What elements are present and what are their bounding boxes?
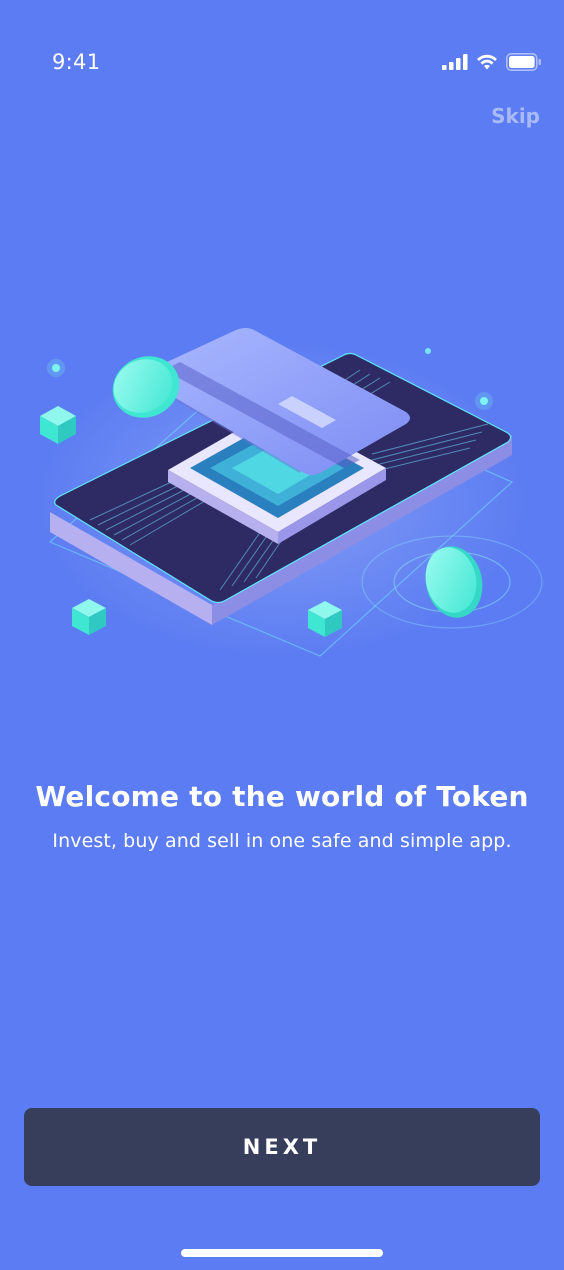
wifi-icon [477, 54, 497, 70]
phone-card-chip-illustration [32, 328, 543, 660]
next-button[interactable]: NEXT [24, 1108, 540, 1186]
battery-icon [506, 53, 541, 71]
signal-icon [442, 54, 468, 70]
status-time: 9:41 [52, 50, 101, 74]
onboarding-screen: 9:41 Skip Welcome to the world of Token … [0, 0, 564, 1270]
page-subtitle: Invest, buy and sell in one safe and sim… [52, 830, 512, 852]
status-bar: 9:41 [0, 0, 564, 110]
status-icons [442, 50, 542, 74]
home-indicator [181, 1249, 383, 1257]
page-title: Welcome to the world of Token [35, 780, 529, 813]
skip-button[interactable]: Skip [491, 104, 540, 128]
